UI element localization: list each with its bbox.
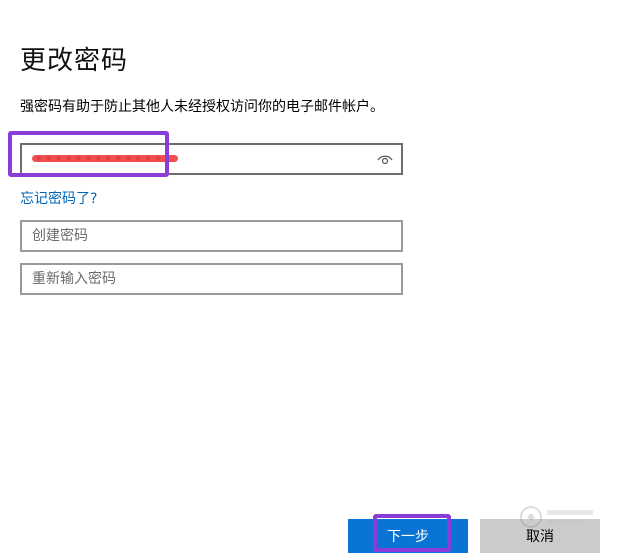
confirm-password-field[interactable]	[20, 263, 403, 295]
page-description: 强密码有助于防止其他人未经授权访问你的电子邮件帐户。	[20, 99, 384, 115]
watermark-logo	[520, 506, 593, 528]
highlight-box	[8, 131, 169, 177]
new-password-field[interactable]	[20, 220, 403, 252]
highlight-box	[373, 514, 451, 552]
new-password-input[interactable]	[22, 222, 401, 250]
page-title: 更改密码	[20, 46, 129, 76]
eye-icon[interactable]	[377, 152, 393, 166]
confirm-password-input[interactable]	[22, 265, 401, 293]
forgot-password-link[interactable]: 忘记密码了?	[20, 188, 97, 208]
